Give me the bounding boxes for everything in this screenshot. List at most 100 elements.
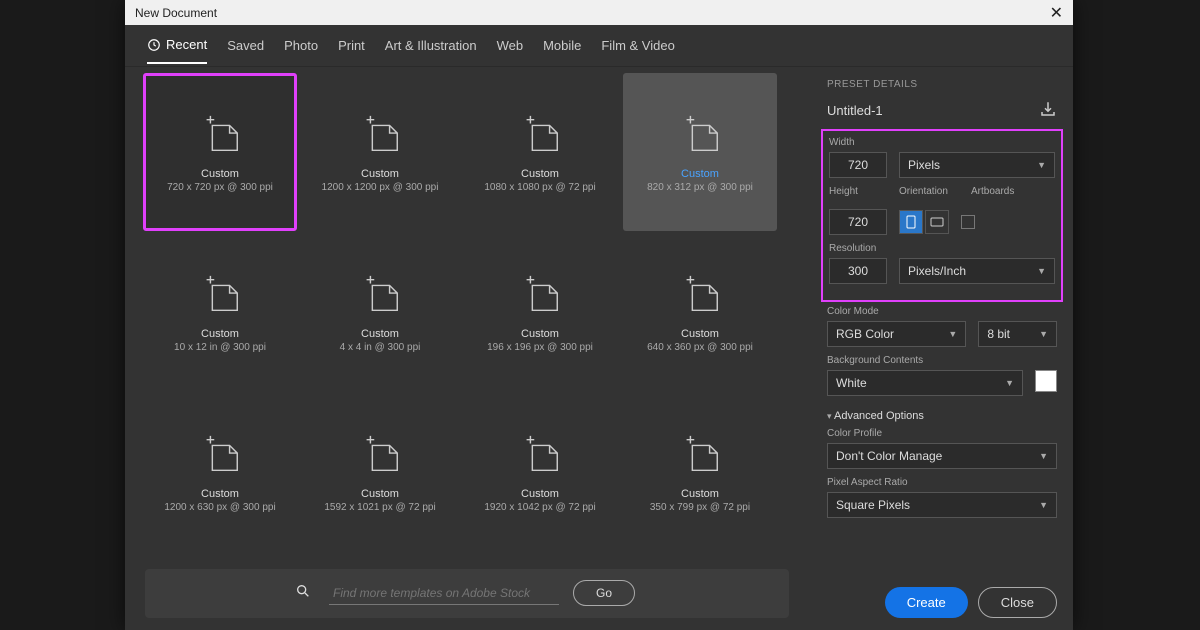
preset-title: Custom <box>201 168 239 180</box>
tab-mobile[interactable]: Mobile <box>543 38 581 63</box>
preset-card[interactable]: Custom 1080 x 1080 px @ 72 ppi <box>463 73 617 231</box>
preset-card[interactable]: Custom 10 x 12 in @ 300 ppi <box>143 233 297 391</box>
preset-name[interactable]: Untitled-1 <box>827 103 883 118</box>
chevron-down-icon: ▼ <box>1005 378 1014 388</box>
pixelaspect-label: Pixel Aspect Ratio <box>827 477 1057 488</box>
tab-web[interactable]: Web <box>497 38 524 63</box>
preset-dims: 820 x 312 px @ 300 ppi <box>647 182 753 193</box>
preset-title: Custom <box>361 328 399 340</box>
preset-grid: Custom 720 x 720 px @ 300 ppi Custom 120… <box>143 73 811 557</box>
width-unit-select[interactable]: Pixels▼ <box>899 152 1055 178</box>
orientation-label: Orientation <box>899 186 959 197</box>
colormode-select[interactable]: RGB Color▼ <box>827 321 966 347</box>
clock-icon <box>147 38 161 52</box>
preset-dims: 720 x 720 px @ 300 ppi <box>167 182 273 193</box>
details-header: PRESET DETAILS <box>827 79 1057 90</box>
bg-select[interactable]: White▼ <box>827 370 1023 396</box>
size-highlight: Width Pixels▼ Height Orientation Artboar… <box>821 129 1063 302</box>
artboards-label: Artboards <box>971 186 1014 197</box>
preset-dims: 10 x 12 in @ 300 ppi <box>174 342 266 353</box>
resolution-label: Resolution <box>829 243 1055 254</box>
height-label: Height <box>829 186 887 197</box>
preset-details: PRESET DETAILS Untitled-1 Width Pixels▼ … <box>811 67 1073 630</box>
tab-recent[interactable]: Recent <box>147 37 207 64</box>
new-document-dialog: New Document ✕ Recent Saved Photo Print … <box>125 0 1073 630</box>
document-icon <box>357 112 403 158</box>
preset-title: Custom <box>201 488 239 500</box>
artboards-checkbox[interactable] <box>961 215 975 229</box>
search-bar: Go <box>145 569 789 618</box>
close-button[interactable]: Close <box>978 587 1057 618</box>
chevron-down-icon: ▼ <box>1037 266 1046 276</box>
document-icon <box>677 112 723 158</box>
preset-dims: 196 x 196 px @ 300 ppi <box>487 342 593 353</box>
document-icon <box>517 432 563 478</box>
bg-label: Background Contents <box>827 355 1057 366</box>
chevron-down-icon: ▼ <box>1039 500 1048 510</box>
save-preset-icon[interactable] <box>1039 100 1057 121</box>
create-button[interactable]: Create <box>885 587 968 618</box>
width-input[interactable] <box>829 152 887 178</box>
close-icon[interactable]: ✕ <box>1050 3 1063 23</box>
bitdepth-select[interactable]: 8 bit▼ <box>978 321 1057 347</box>
preset-dims: 1200 x 630 px @ 300 ppi <box>164 502 275 513</box>
orientation-landscape-button[interactable] <box>925 210 949 234</box>
document-icon <box>517 272 563 318</box>
chevron-down-icon: ▼ <box>948 329 957 339</box>
resolution-unit-select[interactable]: Pixels/Inch▼ <box>899 258 1055 284</box>
preset-title: Custom <box>521 168 559 180</box>
preset-title: Custom <box>521 488 559 500</box>
tab-print[interactable]: Print <box>338 38 365 63</box>
chevron-down-icon: ▼ <box>1039 329 1048 339</box>
colorprofile-select[interactable]: Don't Color Manage▼ <box>827 443 1057 469</box>
tab-photo[interactable]: Photo <box>284 38 318 63</box>
preset-card[interactable]: Custom 1200 x 1200 px @ 300 ppi <box>303 73 457 231</box>
tab-film[interactable]: Film & Video <box>601 38 674 63</box>
preset-title: Custom <box>361 168 399 180</box>
orientation-portrait-button[interactable] <box>899 210 923 234</box>
preset-card[interactable]: Custom 1200 x 630 px @ 300 ppi <box>143 393 297 551</box>
height-input[interactable] <box>829 209 887 235</box>
chevron-down-icon: ▼ <box>1037 160 1046 170</box>
preset-dims: 1592 x 1021 px @ 72 ppi <box>324 502 435 513</box>
document-icon <box>517 112 563 158</box>
preset-card[interactable]: Custom 350 x 799 px @ 72 ppi <box>623 393 777 551</box>
advanced-toggle[interactable]: ▾ Advanced Options <box>827 410 1057 422</box>
preset-dims: 4 x 4 in @ 300 ppi <box>340 342 421 353</box>
window-title: New Document <box>135 6 217 20</box>
chevron-down-icon: ▼ <box>1039 451 1048 461</box>
colormode-label: Color Mode <box>827 306 1057 317</box>
document-icon <box>197 272 243 318</box>
document-icon <box>677 272 723 318</box>
tabs: Recent Saved Photo Print Art & Illustrat… <box>125 25 1073 67</box>
preset-card[interactable]: Custom 640 x 360 px @ 300 ppi <box>623 233 777 391</box>
pixelaspect-select[interactable]: Square Pixels▼ <box>827 492 1057 518</box>
width-label: Width <box>829 137 1055 148</box>
preset-title: Custom <box>681 168 719 180</box>
preset-card[interactable]: Custom 196 x 196 px @ 300 ppi <box>463 233 617 391</box>
preset-dims: 1080 x 1080 px @ 72 ppi <box>484 182 595 193</box>
preset-title: Custom <box>681 328 719 340</box>
preset-card[interactable]: Custom 1920 x 1042 px @ 72 ppi <box>463 393 617 551</box>
colorprofile-label: Color Profile <box>827 428 1057 439</box>
preset-title: Custom <box>521 328 559 340</box>
tab-art[interactable]: Art & Illustration <box>385 38 477 63</box>
document-icon <box>357 432 403 478</box>
search-input[interactable] <box>329 582 559 605</box>
preset-dims: 640 x 360 px @ 300 ppi <box>647 342 753 353</box>
document-icon <box>197 112 243 158</box>
preset-title: Custom <box>201 328 239 340</box>
preset-card[interactable]: Custom 820 x 312 px @ 300 ppi <box>623 73 777 231</box>
tab-saved[interactable]: Saved <box>227 38 264 63</box>
preset-panel: Custom 720 x 720 px @ 300 ppi Custom 120… <box>125 67 811 630</box>
preset-card[interactable]: Custom 720 x 720 px @ 300 ppi <box>143 73 297 231</box>
preset-title: Custom <box>361 488 399 500</box>
preset-dims: 1200 x 1200 px @ 300 ppi <box>322 182 439 193</box>
go-button[interactable]: Go <box>573 580 635 606</box>
chevron-down-icon: ▾ <box>827 411 832 421</box>
preset-card[interactable]: Custom 1592 x 1021 px @ 72 ppi <box>303 393 457 551</box>
resolution-input[interactable] <box>829 258 887 284</box>
preset-card[interactable]: Custom 4 x 4 in @ 300 ppi <box>303 233 457 391</box>
bg-color-swatch[interactable] <box>1035 370 1057 392</box>
preset-dims: 350 x 799 px @ 72 ppi <box>650 502 750 513</box>
